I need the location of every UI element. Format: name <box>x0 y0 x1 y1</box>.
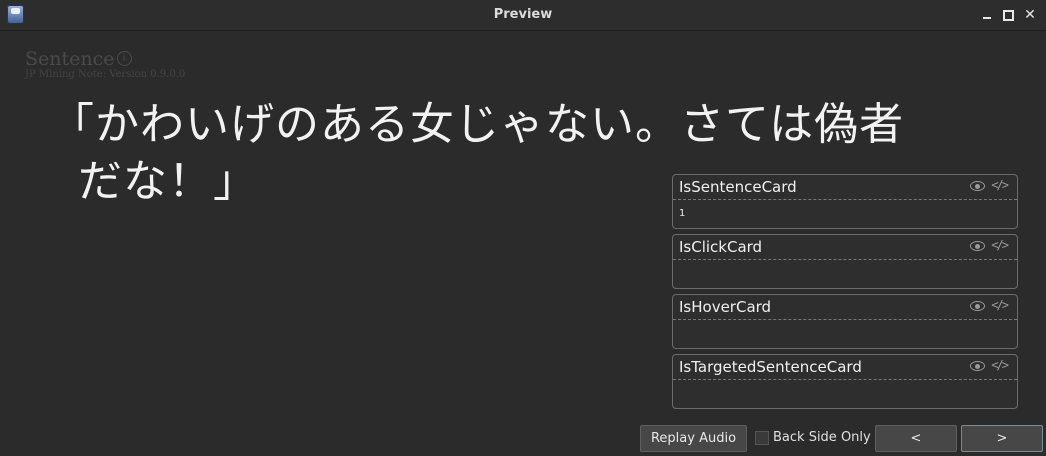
close-icon[interactable]: ✕ <box>1021 6 1039 24</box>
field-list: IsSentenceCard </> 1 IsClickCard </> IsH… <box>672 174 1018 414</box>
field-name: IsTargetedSentenceCard <box>679 358 862 376</box>
eye-icon[interactable] <box>970 301 985 311</box>
next-button[interactable]: > <box>961 425 1043 452</box>
code-icon[interactable]: </> <box>991 298 1009 312</box>
eye-icon[interactable] <box>970 241 985 251</box>
note-type-name: Sentence <box>25 48 115 70</box>
back-side-only-label[interactable]: Back Side Only <box>773 430 871 445</box>
window-title: Preview <box>493 7 553 22</box>
previous-button[interactable]: < <box>875 425 957 452</box>
field-box[interactable]: IsTargetedSentenceCard </> <box>672 354 1018 409</box>
code-icon[interactable]: </> <box>991 178 1009 192</box>
maximize-button[interactable] <box>999 6 1017 24</box>
eye-icon[interactable] <box>970 181 985 191</box>
field-name: IsClickCard <box>679 238 763 256</box>
replay-audio-button[interactable]: Replay Audio <box>640 425 747 452</box>
field-header: IsTargetedSentenceCard </> <box>673 355 1017 380</box>
field-name: IsHoverCard <box>679 298 772 316</box>
info-icon[interactable]: i <box>116 51 132 66</box>
code-icon[interactable]: </> <box>991 238 1009 252</box>
field-box[interactable]: IsSentenceCard </> 1 <box>672 174 1018 229</box>
note-version: JP Mining Note: Version 0.9.0.0 <box>25 69 186 80</box>
minimize-button[interactable] <box>978 6 996 24</box>
back-side-only-checkbox[interactable] <box>755 431 769 445</box>
field-name: IsSentenceCard <box>679 178 797 196</box>
title-bar: Preview ✕ <box>0 0 1046 31</box>
field-header: IsClickCard </> <box>673 235 1017 260</box>
sentence-line-1: 「かわいげのある女じゃない。さては偽者 <box>50 99 905 150</box>
note-type-label: Sentence i <box>25 48 132 70</box>
field-header: IsHoverCard </> <box>673 295 1017 320</box>
eye-icon[interactable] <box>970 361 985 371</box>
field-value[interactable]: 1 <box>679 208 685 219</box>
code-icon[interactable]: </> <box>991 358 1009 372</box>
field-box[interactable]: IsHoverCard </> <box>672 294 1018 349</box>
field-box[interactable]: IsClickCard </> <box>672 234 1018 289</box>
field-header: IsSentenceCard </> <box>673 175 1017 200</box>
